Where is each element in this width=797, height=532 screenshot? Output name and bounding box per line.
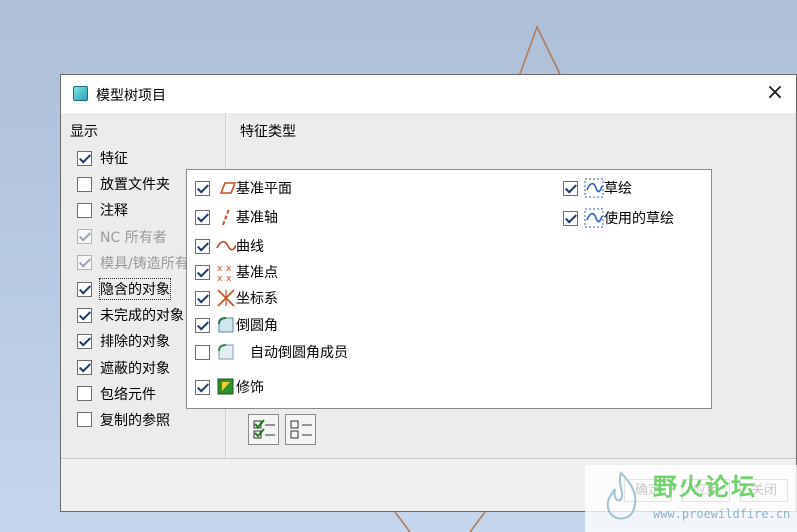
display-option-label: 排除的对象 xyxy=(100,334,170,351)
app-icon xyxy=(73,86,88,101)
feature-label: 草绘 xyxy=(604,181,632,197)
feature-checkbox[interactable] xyxy=(195,317,210,333)
flame-logo-icon xyxy=(606,471,637,520)
feature-types-heading: 特征类型 xyxy=(240,124,296,140)
display-option-checkbox[interactable] xyxy=(77,307,92,323)
feature-checkbox[interactable] xyxy=(195,290,210,306)
datum-plane-icon xyxy=(216,178,236,198)
feature-checkbox[interactable] xyxy=(195,264,210,280)
feature-row[interactable]: 坐标系 xyxy=(195,288,278,308)
check-all-icon xyxy=(253,419,275,439)
display-option-label: 放置文件夹 xyxy=(100,177,170,194)
feature-checkbox[interactable] xyxy=(195,209,210,225)
feature-row[interactable]: x x x x 基准点 xyxy=(195,262,278,282)
display-option-checkbox[interactable] xyxy=(77,281,92,297)
feature-checkbox[interactable] xyxy=(563,210,578,226)
display-options-list: 特征放置文件夹注释 NC 所有者模具/铸造所有者 隐含的对象未完成的对象 排除的对象遮… xyxy=(77,145,203,433)
feature-row[interactable]: 修饰 xyxy=(195,377,264,397)
display-option-row[interactable]: 特征 xyxy=(77,145,203,171)
sketch-icon xyxy=(584,178,604,198)
feature-row[interactable]: 基准轴 xyxy=(195,207,278,227)
clear-all-button[interactable] xyxy=(285,414,316,445)
auto-round-icon xyxy=(216,342,236,362)
display-option-label: 特征 xyxy=(100,151,128,168)
watermark-title: 野火论坛 xyxy=(653,473,757,501)
display-option-checkbox[interactable] xyxy=(77,176,92,192)
feature-label: 使用的草绘 xyxy=(604,211,674,227)
feature-row[interactable]: 草绘 xyxy=(563,178,632,198)
forum-watermark: 野火论坛 www.proewildfire.cn xyxy=(585,465,797,532)
svg-text:x: x xyxy=(226,264,232,274)
display-option-checkbox[interactable] xyxy=(77,333,92,349)
feature-checkbox[interactable] xyxy=(195,379,210,395)
display-option-checkbox xyxy=(77,229,92,245)
display-option-row[interactable]: 复制的参照 xyxy=(77,407,203,433)
feature-checkbox[interactable] xyxy=(563,180,578,196)
svg-text:x: x xyxy=(226,274,232,282)
display-option-label: NC 所有者 xyxy=(100,229,167,246)
display-heading: 显示 xyxy=(70,124,98,140)
feature-row[interactable]: 自动倒圆角成员 xyxy=(195,342,348,362)
feature-label: 坐标系 xyxy=(236,291,278,307)
display-option-label: 未完成的对象 xyxy=(100,308,184,325)
feature-type-list: 基准平面 基准轴 曲线 x x x x 基准点 坐标系 倒圆角 自动倒圆角成员 修饰 草绘 使用的草绘 xyxy=(186,169,712,409)
feature-label: 倒圆角 xyxy=(236,318,278,334)
close-icon[interactable]: × xyxy=(764,82,786,105)
display-option-label: 隐含的对象 xyxy=(99,278,171,301)
uncheck-all-icon xyxy=(290,420,312,439)
watermark-url: www.proewildfire.cn xyxy=(653,507,791,521)
datum-point-icon: xxxx xyxy=(216,262,236,282)
dialog-title: 模型树项目 xyxy=(96,88,166,104)
feature-checkbox[interactable] xyxy=(195,238,210,254)
feature-label: 基准平面 xyxy=(236,181,292,197)
display-option-checkbox[interactable] xyxy=(77,150,92,166)
display-option-row[interactable]: 模具/铸造所有者 xyxy=(77,250,203,276)
display-option-row[interactable]: 未完成的对象 xyxy=(77,302,203,328)
feature-label: 基准点 xyxy=(236,265,278,281)
curve-icon xyxy=(216,236,236,256)
display-option-row[interactable]: 放置文件夹 xyxy=(77,171,203,197)
feature-row[interactable]: 使用的草绘 xyxy=(563,208,674,228)
display-option-label: 复制的参照 xyxy=(100,412,170,429)
display-option-checkbox xyxy=(77,255,92,271)
round-icon xyxy=(216,315,236,335)
display-option-checkbox[interactable] xyxy=(77,412,92,428)
used-sketch-icon xyxy=(584,208,604,228)
display-option-label: 遮蔽的对象 xyxy=(100,360,170,377)
svg-text:x: x xyxy=(217,274,223,282)
display-option-row[interactable]: NC 所有者 xyxy=(77,224,203,250)
display-option-row[interactable]: 隐含的对象 xyxy=(77,276,203,302)
display-option-label: 包络元件 xyxy=(100,386,156,403)
feature-row[interactable]: 基准平面 xyxy=(195,178,292,198)
display-option-row[interactable]: 注释 xyxy=(77,197,203,223)
cosmetic-icon xyxy=(216,377,236,397)
display-option-checkbox[interactable] xyxy=(77,202,92,218)
datum-axis-icon xyxy=(216,207,236,227)
display-option-checkbox[interactable] xyxy=(77,386,92,402)
feature-label: 修饰 xyxy=(236,380,264,396)
feature-label: 曲线 xyxy=(236,239,264,255)
feature-row[interactable]: 倒圆角 xyxy=(195,315,278,335)
feature-checkbox[interactable] xyxy=(195,180,210,196)
title-bar: 模型树项目 × xyxy=(61,75,796,113)
feature-checkbox[interactable] xyxy=(195,344,210,360)
feature-row[interactable]: 曲线 xyxy=(195,236,264,256)
display-option-checkbox[interactable] xyxy=(77,360,92,376)
display-option-row[interactable]: 遮蔽的对象 xyxy=(77,355,203,381)
feature-label: 自动倒圆角成员 xyxy=(250,345,348,361)
display-option-row[interactable]: 包络元件 xyxy=(77,381,203,407)
feature-label: 基准轴 xyxy=(236,210,278,226)
display-option-label: 注释 xyxy=(100,203,128,220)
svg-text:x: x xyxy=(217,264,223,274)
select-all-button[interactable] xyxy=(248,414,279,445)
coordinate-system-icon xyxy=(216,288,236,308)
display-option-row[interactable]: 排除的对象 xyxy=(77,328,203,354)
